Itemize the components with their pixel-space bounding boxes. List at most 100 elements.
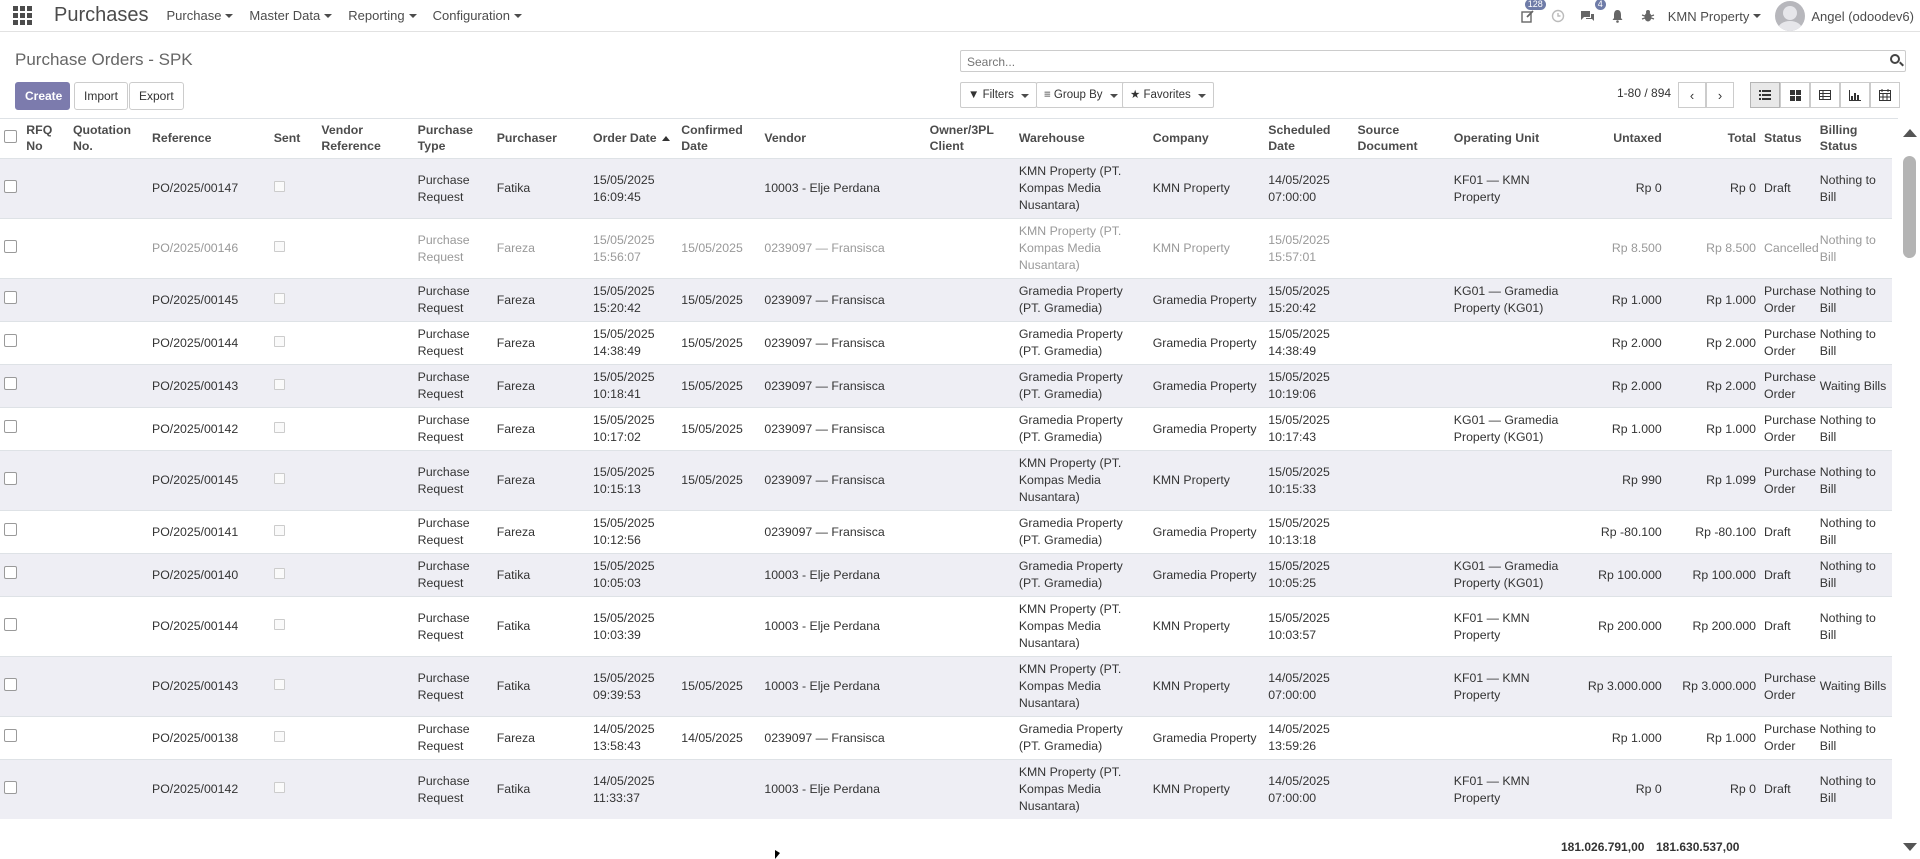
scrollbar-thumb[interactable] — [1903, 156, 1916, 258]
row-select-cell[interactable] — [0, 364, 23, 408]
column-header[interactable]: Billing Status — [1815, 118, 1892, 159]
menu-reporting[interactable]: Reporting — [348, 8, 417, 23]
group-by-dropdown[interactable]: ≡ Group By — [1036, 82, 1126, 108]
column-header[interactable]: Source Document — [1353, 118, 1450, 159]
column-header[interactable]: Sent — [269, 118, 318, 159]
odate-cell: 15/05/2025 16:09:45 — [589, 158, 678, 219]
pivot-view-button[interactable] — [1810, 82, 1840, 108]
column-header[interactable]: Untaxed — [1577, 118, 1666, 159]
table-row[interactable]: PO/2025/00145 Purchase Request Fareza 15/05… — [0, 450, 1892, 511]
vertical-scrollbar[interactable] — [1898, 118, 1920, 858]
row-checkbox[interactable] — [4, 291, 17, 304]
row-checkbox[interactable] — [4, 179, 17, 193]
row-checkbox[interactable] — [4, 729, 17, 742]
table-row[interactable]: PO/2025/00138 Purchase Request Fareza 14/05… — [0, 716, 1892, 760]
row-select-cell[interactable] — [0, 218, 23, 279]
column-header[interactable]: Status — [1760, 118, 1816, 159]
row-select-cell[interactable] — [0, 596, 23, 657]
table-row[interactable]: PO/2025/00144 Purchase Request Fatika 15/05… — [0, 596, 1892, 657]
table-row[interactable]: PO/2025/00144 Purchase Request Fareza 15/05… — [0, 321, 1892, 365]
column-header[interactable]: Confirmed Date — [677, 118, 761, 159]
column-header[interactable]: Operating Unit — [1449, 118, 1578, 159]
app-brand[interactable]: Purchases — [54, 4, 149, 27]
row-checkbox[interactable] — [4, 566, 17, 579]
row-select-cell[interactable] — [0, 450, 23, 511]
filters-dropdown[interactable]: ▼ Filters — [960, 82, 1038, 108]
row-select-cell[interactable] — [0, 158, 23, 219]
row-select-cell[interactable] — [0, 759, 23, 819]
row-checkbox[interactable] — [4, 377, 17, 390]
row-checkbox[interactable] — [4, 780, 17, 794]
row-checkbox[interactable] — [4, 471, 17, 485]
row-select-cell[interactable] — [0, 510, 23, 554]
table-row[interactable]: PO/2025/00146 Purchase Request Fareza 15/05… — [0, 218, 1892, 279]
user-avatar[interactable] — [1775, 1, 1806, 31]
select-all-checkbox-cell[interactable] — [0, 118, 23, 159]
row-select-cell[interactable] — [0, 407, 23, 451]
kanban-view-button[interactable] — [1780, 82, 1810, 108]
table-row[interactable]: PO/2025/00147 Purchase Request Fatika 15/05… — [0, 158, 1892, 219]
scroll-up-arrow-icon[interactable] — [1903, 129, 1917, 137]
bell-icon[interactable] — [1608, 6, 1628, 26]
column-header[interactable]: RFQ No — [22, 118, 69, 159]
row-checkbox[interactable] — [4, 677, 17, 691]
table-row[interactable]: PO/2025/00142 Purchase Request Fatika 14/05… — [0, 759, 1892, 819]
row-select-cell[interactable] — [0, 278, 23, 322]
total-cell: Rp 2.000 — [1665, 364, 1761, 408]
table-row[interactable]: PO/2025/00145 Purchase Request Fareza 15/05… — [0, 278, 1892, 322]
row-select-cell[interactable] — [0, 553, 23, 597]
column-header[interactable]: Total — [1665, 118, 1761, 159]
debug-bug-icon[interactable] — [1638, 6, 1658, 26]
menu-configuration[interactable]: Configuration — [433, 8, 522, 23]
table-row[interactable]: PO/2025/00143 Purchase Request Fatika 15/05… — [0, 656, 1892, 717]
pager-previous-button[interactable]: ‹ — [1678, 82, 1706, 108]
column-header[interactable]: Purchase Type — [413, 118, 493, 159]
graph-view-button[interactable] — [1840, 82, 1870, 108]
row-checkbox[interactable] — [4, 420, 17, 433]
activity-edit-icon[interactable]: 128 — [1518, 0, 1546, 26]
row-checkbox[interactable] — [4, 617, 17, 631]
favorites-dropdown[interactable]: ★ Favorites — [1122, 82, 1215, 108]
calendar-view-button[interactable] — [1870, 82, 1900, 108]
table-row[interactable]: PO/2025/00143 Purchase Request Fareza 15/05… — [0, 364, 1892, 408]
row-checkbox[interactable] — [4, 239, 17, 253]
column-header[interactable]: Quotation No. — [68, 118, 149, 159]
column-header[interactable]: Vendor Reference — [317, 118, 414, 159]
messages-icon[interactable]: 4 — [1578, 0, 1606, 26]
pager-next-button[interactable]: › — [1706, 82, 1734, 108]
apps-menu-icon[interactable] — [12, 6, 32, 26]
table-row[interactable]: PO/2025/00142 Purchase Request Fareza 15/05… — [0, 407, 1892, 451]
column-header[interactable]: Warehouse — [1014, 118, 1149, 159]
row-checkbox[interactable] — [4, 334, 17, 347]
column-header[interactable]: Scheduled Date — [1264, 118, 1354, 159]
purchaser-cell: Fatika — [492, 158, 590, 219]
column-header[interactable]: Vendor — [760, 118, 926, 159]
export-button[interactable]: Export — [129, 82, 184, 110]
column-header[interactable]: Purchaser — [492, 118, 590, 159]
create-button[interactable]: Create — [15, 82, 70, 110]
pager-value[interactable]: 1-80 / 894 — [1617, 86, 1671, 100]
table-row[interactable]: PO/2025/00140 Purchase Request Fatika 15/05… — [0, 553, 1892, 597]
import-button[interactable]: Import — [74, 82, 129, 110]
select-all-checkbox[interactable] — [4, 129, 17, 143]
search-icon[interactable] — [1890, 54, 1900, 64]
column-header[interactable]: Reference — [148, 118, 270, 159]
column-header[interactable]: Owner/3PL Client — [925, 118, 1015, 159]
table-row[interactable]: PO/2025/00141 Purchase Request Fareza 15/05… — [0, 510, 1892, 554]
row-select-cell[interactable] — [0, 716, 23, 760]
user-menu[interactable]: Angel (odoodev6) — [1811, 9, 1914, 24]
menu-purchase[interactable]: Purchase — [167, 8, 234, 23]
row-checkbox[interactable] — [4, 523, 17, 536]
company-switcher[interactable]: KMN Property — [1668, 9, 1762, 24]
search-input[interactable] — [965, 52, 1849, 72]
row-select-cell[interactable] — [0, 656, 23, 717]
row-select-cell[interactable] — [0, 321, 23, 365]
page-title[interactable]: Purchase Orders - SPK — [15, 50, 193, 70]
scroll-down-arrow-icon[interactable] — [1903, 843, 1917, 851]
clock-icon[interactable] — [1548, 6, 1568, 26]
menu-master-data[interactable]: Master Data — [249, 8, 333, 23]
company-cell: KMN Property — [1148, 158, 1265, 219]
column-header-order-date[interactable]: Order Date — [589, 118, 678, 159]
list-view-button[interactable] — [1750, 82, 1780, 108]
column-header[interactable]: Company — [1148, 118, 1265, 159]
